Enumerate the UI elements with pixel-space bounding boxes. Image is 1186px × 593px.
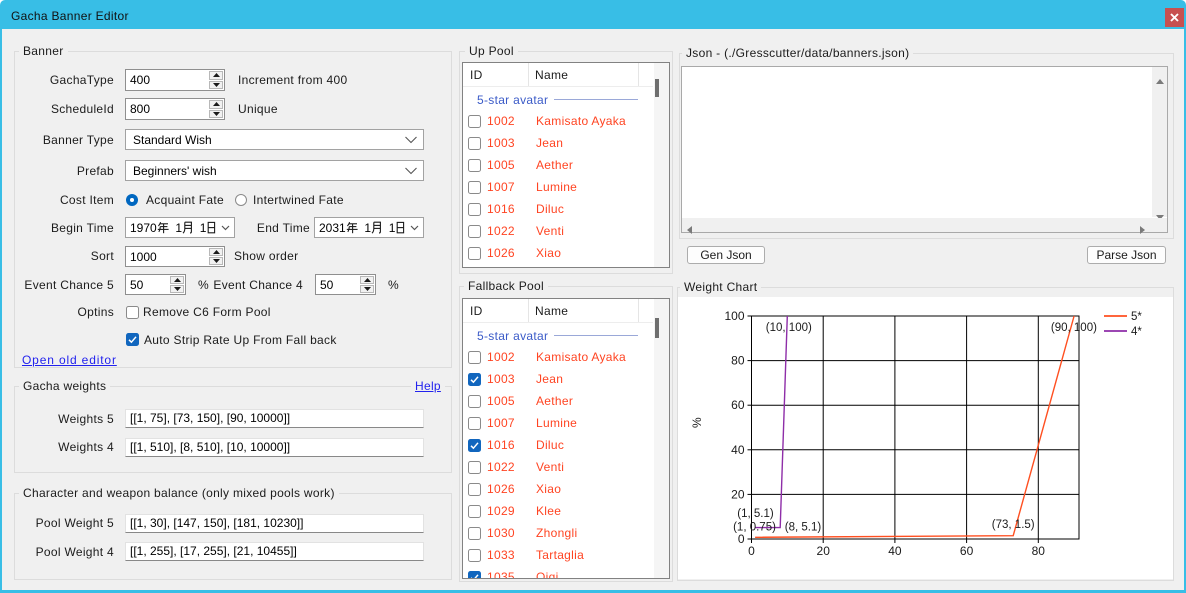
svg-text:100: 100 xyxy=(724,309,744,323)
svg-text:(73, 1.5): (73, 1.5) xyxy=(992,519,1035,531)
svg-text:%: % xyxy=(690,417,704,428)
svg-text:20: 20 xyxy=(817,544,831,558)
svg-text:20: 20 xyxy=(731,487,745,501)
svg-text:4*: 4* xyxy=(1131,326,1142,338)
svg-text:0: 0 xyxy=(748,544,755,558)
svg-text:40: 40 xyxy=(731,443,745,457)
svg-text:5*: 5* xyxy=(1131,311,1142,323)
svg-text:80: 80 xyxy=(731,354,745,368)
svg-text:60: 60 xyxy=(960,544,974,558)
svg-text:0: 0 xyxy=(738,532,745,546)
svg-text:(8, 5.1): (8, 5.1) xyxy=(785,522,822,534)
svg-text:(90, 100): (90, 100) xyxy=(1051,322,1097,334)
svg-text:40: 40 xyxy=(888,544,902,558)
svg-text:60: 60 xyxy=(731,398,745,412)
svg-text:80: 80 xyxy=(1032,544,1046,558)
svg-text:(10, 100): (10, 100) xyxy=(766,322,812,334)
svg-text:(1, 0.75): (1, 0.75) xyxy=(733,522,776,534)
svg-text:(1, 5.1): (1, 5.1) xyxy=(737,508,774,520)
